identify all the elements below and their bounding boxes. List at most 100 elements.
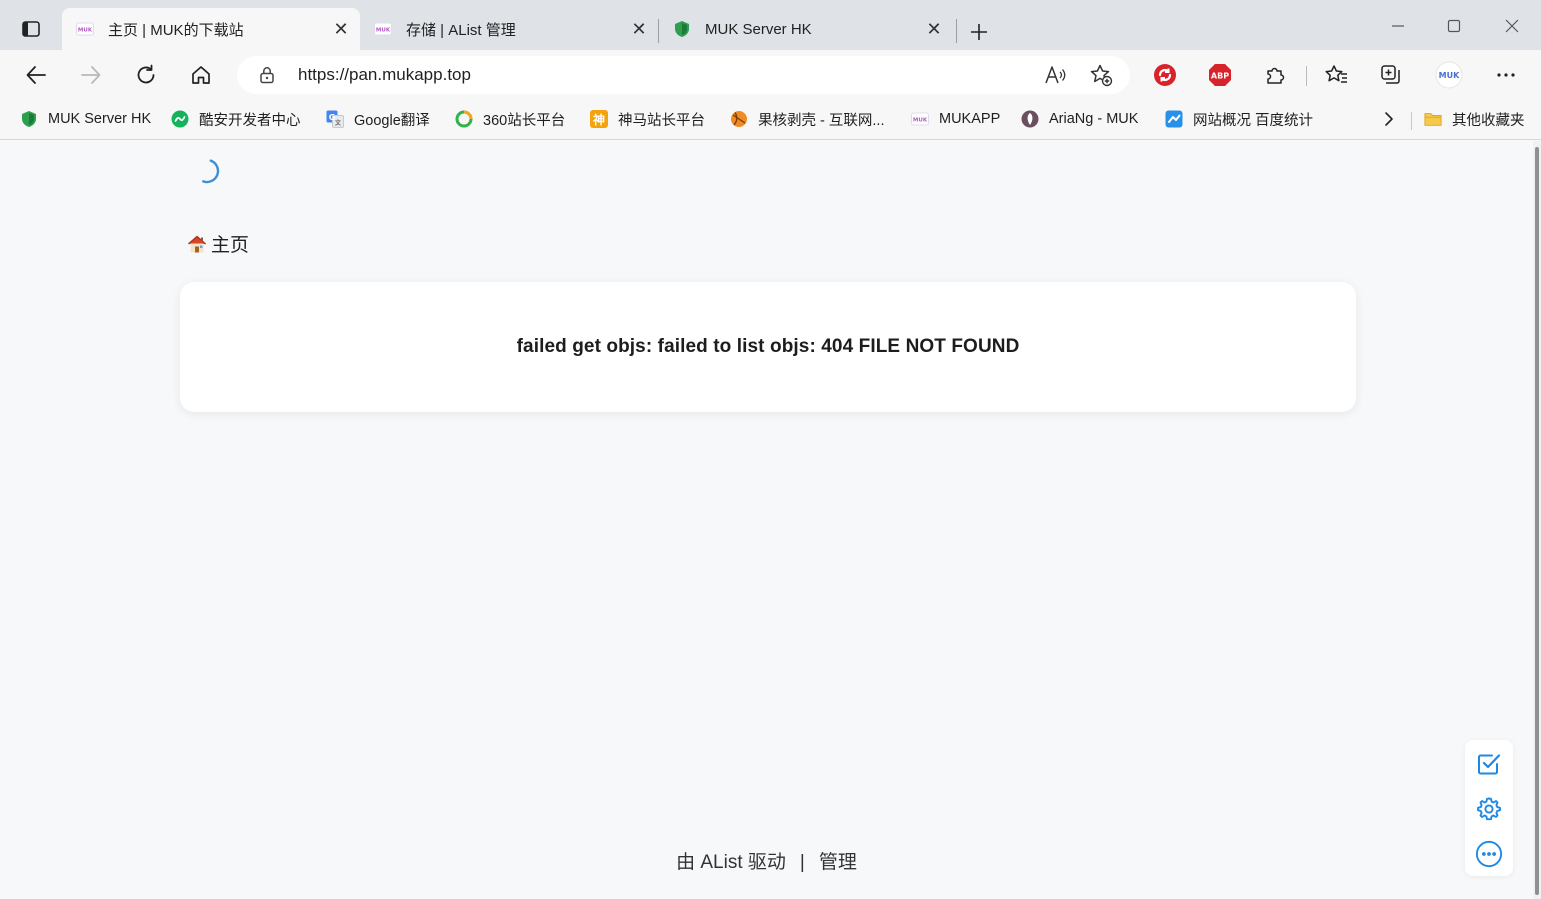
refresh-button[interactable]: [129, 58, 163, 92]
bookmark-label: AriaNg - MUK: [1049, 111, 1139, 127]
tab-storage[interactable]: MUK 存储 | AList 管理 ✕: [360, 8, 658, 50]
bookmark-coolapk[interactable]: 酷安开发者中心: [171, 106, 301, 132]
bookmark-label: 果核剥壳 - 互联网...: [758, 112, 885, 129]
url-text[interactable]: https://pan.mukapp.top: [298, 65, 471, 85]
bookmark-label: 360站长平台: [483, 112, 566, 129]
google-translate-icon: G文: [326, 110, 344, 128]
svg-text:MUK: MUK: [913, 118, 928, 124]
close-window-button[interactable]: [1489, 10, 1535, 42]
green-shield-icon: [20, 110, 38, 128]
other-favorites-label: 其他收藏夹: [1452, 112, 1525, 129]
more-options-button[interactable]: [1475, 840, 1503, 868]
chevron-right-icon: [1385, 112, 1393, 126]
bookmark-ghboke[interactable]: 果核剥壳 - 互联网...: [730, 106, 884, 132]
bookmark-ariang[interactable]: AriaNg - MUK: [1021, 106, 1138, 132]
svg-text:ABP: ABP: [1211, 72, 1229, 81]
extensions-button[interactable]: [1258, 58, 1292, 92]
breadcrumb-home-link[interactable]: 主页: [211, 230, 249, 257]
error-message: failed get objs: failed to list objs: 40…: [516, 336, 1020, 357]
toolbar-separator: [1306, 66, 1307, 86]
svg-text:MUK: MUK: [78, 28, 93, 34]
arrow-right-icon: [81, 66, 101, 84]
browser-toolbar: https://pan.mukapp.top ABP MUK: [0, 50, 1541, 100]
muk-favicon-icon: MUK: [374, 20, 392, 38]
select-mode-button[interactable]: [1475, 750, 1503, 778]
tab-close-icon[interactable]: ✕: [626, 16, 652, 42]
bookmark-360[interactable]: 360站长平台: [455, 106, 565, 132]
minimize-button[interactable]: [1375, 10, 1421, 42]
360-icon: [455, 110, 473, 128]
home-button[interactable]: [184, 58, 218, 92]
bookmark-shenma[interactable]: 神 神马站长平台: [590, 106, 705, 132]
red-sync-icon: [1154, 64, 1176, 86]
svg-text:文: 文: [334, 119, 342, 127]
bookmark-label: 酷安开发者中心: [199, 112, 301, 129]
scrollbar-thumb[interactable]: [1535, 147, 1539, 895]
adblock-plus-button[interactable]: ABP: [1203, 58, 1237, 92]
other-favorites-folder[interactable]: 其他收藏夹: [1424, 106, 1525, 132]
loading-spinner-icon: [202, 159, 220, 184]
breadcrumb: 主页: [186, 230, 249, 257]
favorites-button[interactable]: [1319, 58, 1353, 92]
puzzle-icon: [1267, 67, 1285, 84]
close-icon: [1505, 19, 1519, 33]
baidu-tongji-icon: [1165, 110, 1183, 128]
maximize-button[interactable]: [1431, 10, 1477, 42]
bookmarks-bar: MUK Server HK 酷安开发者中心 G文 Google翻译 360站长平…: [0, 100, 1541, 140]
bookmark-google-translate[interactable]: G文 Google翻译: [326, 106, 430, 132]
collections-button[interactable]: [1374, 58, 1408, 92]
tab-title: 存储 | AList 管理: [406, 21, 516, 39]
tab-strip: MUK 主页 | MUK的下载站 ✕ MUK 存储 | AList 管理 ✕ M…: [0, 0, 1541, 50]
tab-home[interactable]: MUK 主页 | MUK的下载站 ✕: [62, 8, 360, 50]
minimize-icon: [1392, 25, 1404, 27]
forward-button[interactable]: [74, 58, 108, 92]
footer-separator: |: [799, 852, 805, 873]
bookmark-label: MUKAPP: [939, 111, 1001, 127]
tab-muk-server[interactable]: MUK Server HK ✕: [659, 8, 953, 50]
maximize-icon: [1447, 19, 1461, 33]
adblock-plus-icon: ABP: [1209, 64, 1231, 86]
powered-by-alist-link[interactable]: 由 AList 驱动: [676, 847, 786, 874]
bookmark-muk-server-hk[interactable]: MUK Server HK: [20, 106, 151, 132]
svg-text:MUK: MUK: [376, 28, 391, 34]
bookmark-label: 网站概况 百度统计: [1193, 112, 1314, 129]
muk-profile-icon: MUK: [1435, 61, 1463, 89]
bookmarks-overflow-button[interactable]: [1376, 106, 1402, 132]
bookmark-label: MUK Server HK: [48, 111, 152, 127]
folder-icon: [1424, 110, 1442, 128]
settings-more-button[interactable]: [1489, 58, 1523, 92]
orange-ball-icon: [730, 110, 748, 128]
ext-sync-button[interactable]: [1148, 58, 1182, 92]
more-circle-icon: [1475, 840, 1503, 868]
more-horizontal-icon: [1497, 73, 1515, 77]
bookmark-baidu-tongji[interactable]: 网站概况 百度统计: [1165, 106, 1313, 132]
tab-actions-button[interactable]: [14, 12, 48, 46]
address-bar[interactable]: https://pan.mukapp.top: [237, 56, 1130, 94]
page-scrollbar[interactable]: [1533, 141, 1541, 899]
floating-toolbar: [1465, 740, 1513, 876]
bookmark-label: 神马站长平台: [618, 112, 705, 129]
muk-favicon-icon: MUK: [76, 20, 94, 38]
bookmark-mukapp[interactable]: MUK MUKAPP: [911, 106, 1000, 132]
tab-title: MUK Server HK: [705, 20, 812, 38]
muk-icon: MUK: [911, 110, 929, 128]
coolapk-icon: [171, 110, 189, 128]
local-settings-button[interactable]: [1475, 795, 1503, 823]
read-aloud-icon[interactable]: [1043, 62, 1069, 88]
new-tab-button[interactable]: [964, 17, 994, 47]
tab-separator: [956, 19, 957, 43]
tab-close-icon[interactable]: ✕: [328, 16, 354, 42]
profile-button[interactable]: MUK: [1432, 58, 1466, 92]
add-favorite-icon[interactable]: [1088, 62, 1114, 88]
home-icon: [192, 66, 210, 84]
gear-icon: [1477, 797, 1501, 821]
page-content: 主页 failed get objs: failed to list objs:…: [0, 141, 1533, 899]
manage-link[interactable]: 管理: [819, 847, 857, 874]
bookmark-label: Google翻译: [354, 112, 430, 129]
back-button[interactable]: [19, 58, 53, 92]
error-card: failed get objs: failed to list objs: 40…: [180, 282, 1356, 412]
tab-title: 主页 | MUK的下载站: [108, 21, 244, 39]
tab-close-icon[interactable]: ✕: [921, 16, 947, 42]
svg-text:MUK: MUK: [1439, 71, 1460, 80]
lock-icon[interactable]: [257, 65, 277, 85]
